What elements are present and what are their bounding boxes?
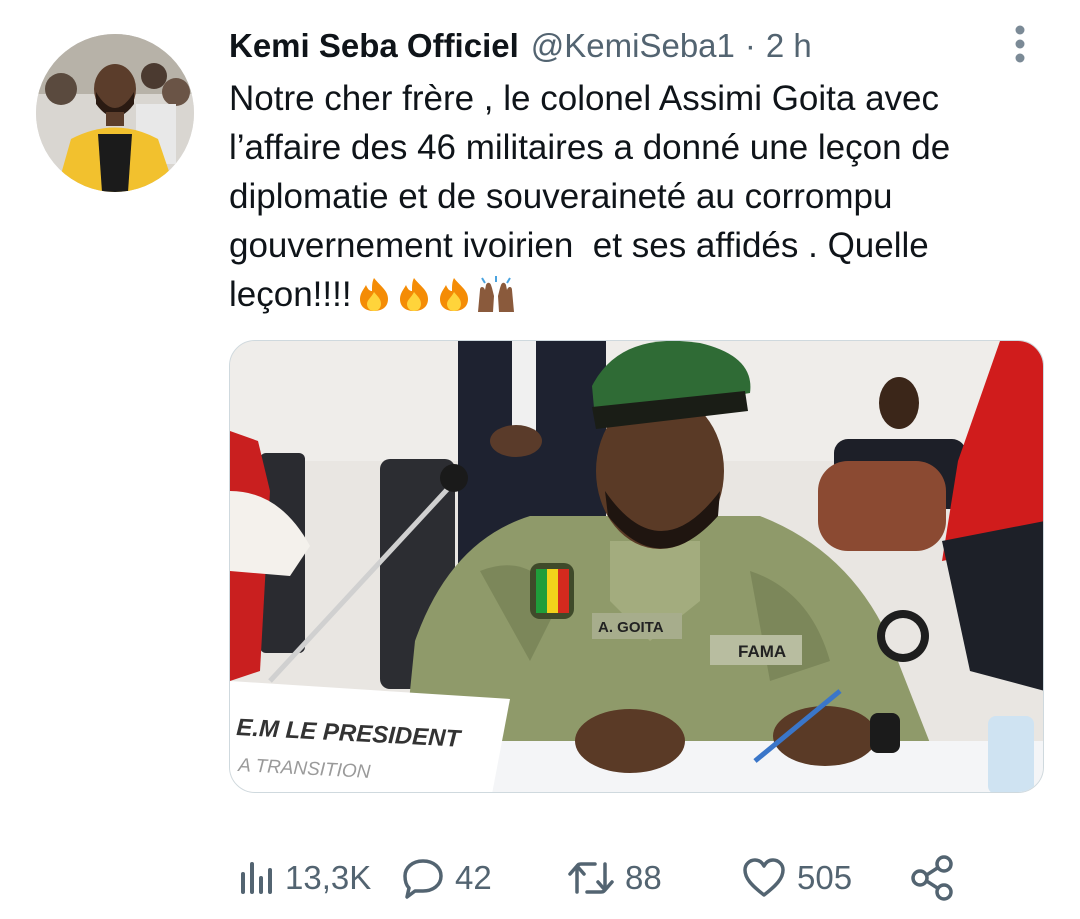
photo-signing-document: A. GOITA FAMA E.M LE PRESIDENT A TRANSIT… — [230, 341, 1043, 792]
emoji-row — [354, 276, 518, 314]
reply-count: 42 — [455, 859, 492, 896]
like-count: 505 — [797, 859, 853, 896]
tweet-timestamp[interactable]: 2 h — [766, 27, 812, 65]
fire-emoji — [399, 278, 428, 311]
author-display-name[interactable]: Kemi Seba Officiel — [229, 27, 519, 65]
tweet-body: Notre cher frère , le colonel Assimi Goi… — [229, 79, 960, 314]
name-tag-text: A. GOITA — [598, 619, 664, 636]
tweet-text: Notre cher frère , le colonel Assimi Goi… — [229, 74, 1049, 319]
like-button[interactable]: 505 — [741, 850, 852, 906]
fire-emoji — [439, 278, 468, 311]
unit-tag-text: FAMA — [738, 642, 786, 661]
share-icon — [911, 855, 953, 901]
reply-icon — [403, 859, 443, 899]
tweet-header: Kemi Seba Officiel @KemiSeba1 · 2 h — [229, 22, 812, 70]
retweet-button[interactable]: 88 — [567, 850, 662, 906]
tweet: Kemi Seba Officiel @KemiSeba1 · 2 h Notr… — [0, 0, 1080, 919]
raising-hands-emoji — [477, 276, 514, 312]
share-button[interactable] — [909, 850, 955, 906]
separator-dot: · — [744, 27, 756, 64]
more-options-button[interactable] — [1000, 20, 1040, 68]
tweet-actions: 13,3K 42 88 505 — [229, 850, 1019, 906]
tweet-media-photo[interactable]: A. GOITA FAMA E.M LE PRESIDENT A TRANSIT… — [229, 340, 1044, 793]
avatar-image — [36, 34, 194, 192]
views-button[interactable]: 13,3K — [235, 850, 371, 906]
views-count: 13,3K — [285, 859, 372, 896]
more-vertical-icon — [1015, 25, 1025, 63]
retweet-count: 88 — [625, 859, 662, 896]
views-icon — [241, 862, 272, 894]
reply-button[interactable]: 42 — [401, 850, 492, 906]
fire-emoji — [359, 278, 388, 311]
heart-icon — [743, 858, 785, 897]
author-handle[interactable]: @KemiSeba1 — [531, 27, 735, 65]
avatar[interactable] — [36, 34, 194, 192]
retweet-icon — [568, 862, 614, 894]
